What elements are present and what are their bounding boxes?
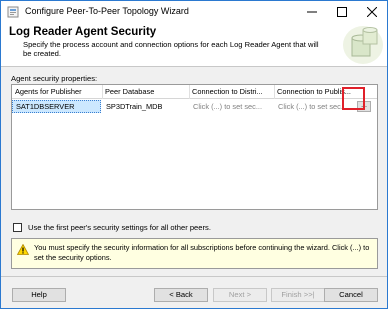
wizard-app-icon — [7, 6, 19, 18]
grid-header: Agents for Publisher Peer Database Conne… — [12, 85, 377, 99]
agent-security-grid: Agents for Publisher Peer Database Conne… — [11, 84, 378, 210]
close-icon — [367, 7, 377, 17]
window-title: Configure Peer-To-Peer Topology Wizard — [25, 6, 189, 16]
table-row[interactable]: SAT1DBSERVER SP3DTrain_MDB Click (...) t… — [12, 100, 377, 113]
footer-divider — [1, 276, 387, 277]
wizard-window: Configure Peer-To-Peer Topology Wizard L… — [0, 0, 388, 309]
back-button[interactable]: < Back — [154, 288, 208, 302]
minimize-icon — [307, 11, 317, 13]
use-first-peer-label[interactable]: Use the first peer's security settings f… — [28, 223, 211, 232]
column-separator — [102, 85, 103, 99]
next-button[interactable]: Next > — [213, 288, 267, 302]
warning-icon — [17, 244, 29, 255]
finish-button[interactable]: Finish >>| — [271, 288, 325, 302]
page-title: Log Reader Agent Security — [9, 26, 157, 38]
use-first-peer-checkbox[interactable] — [13, 223, 22, 232]
warning-panel: You must specify the security informatio… — [11, 238, 378, 269]
highlight-box — [342, 87, 365, 110]
column-header-distributor[interactable]: Connection to Distri... — [192, 87, 273, 96]
page-description: Specify the process account and connecti… — [23, 40, 319, 58]
wizard-header: Log Reader Agent Security Specify the pr… — [1, 23, 387, 67]
help-button[interactable]: Help — [12, 288, 66, 302]
column-separator — [274, 85, 275, 99]
cell-distributor-connection[interactable]: Click (...) to set sec... — [190, 100, 274, 113]
close-button[interactable] — [357, 1, 387, 23]
minimize-button[interactable] — [297, 1, 327, 23]
cell-agent[interactable]: SAT1DBSERVER — [12, 100, 101, 113]
column-header-database[interactable]: Peer Database — [105, 87, 187, 96]
maximize-icon — [337, 7, 347, 17]
column-separator — [189, 85, 190, 99]
cancel-button[interactable]: Cancel — [324, 288, 378, 302]
maximize-button[interactable] — [327, 1, 357, 23]
column-header-agents[interactable]: Agents for Publisher — [15, 87, 101, 96]
warning-text: You must specify the security informatio… — [34, 243, 370, 262]
title-bar: Configure Peer-To-Peer Topology Wizard — [1, 1, 387, 23]
agent-security-label: Agent security properties: — [11, 74, 98, 83]
cell-database[interactable]: SP3DTrain_MDB — [103, 100, 190, 113]
database-art-icon — [343, 26, 383, 64]
